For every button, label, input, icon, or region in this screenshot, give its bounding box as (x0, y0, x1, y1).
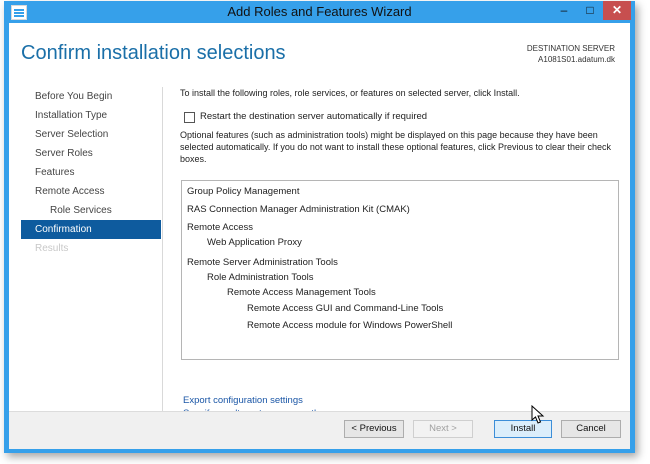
restart-option[interactable]: Restart the destination server automatic… (180, 111, 620, 125)
window-title: Add Roles and Features Wizard (227, 4, 412, 19)
intro-text: To install the following roles, role ser… (180, 88, 520, 98)
nav-divider (162, 87, 163, 417)
title-bar[interactable]: Add Roles and Features Wizard – □ ✕ (4, 1, 635, 23)
maximize-button[interactable]: □ (577, 1, 603, 20)
mouse-pointer-icon (531, 405, 545, 424)
next-button: Next > (413, 420, 473, 438)
list-item: Remote Access Management Tools (227, 287, 376, 298)
wizard-client-area: Confirm installation selections DESTINAT… (9, 23, 630, 449)
optional-features-note: Optional features (such as administratio… (180, 130, 612, 164)
nav-item-features[interactable]: Features (21, 163, 161, 182)
list-item: Web Application Proxy (207, 237, 302, 248)
list-item: Remote Access (187, 222, 253, 233)
list-item: Group Policy Management (187, 186, 300, 197)
nav-item-server-roles[interactable]: Server Roles (21, 144, 161, 163)
list-item: Role Administration Tools (207, 272, 314, 283)
restart-checkbox-label[interactable]: Restart the destination server automatic… (200, 111, 427, 122)
nav-item-confirmation[interactable]: Confirmation (21, 220, 161, 239)
previous-button[interactable]: < Previous (344, 420, 404, 438)
restart-checkbox[interactable] (184, 112, 195, 123)
nav-item-results: Results (35, 243, 69, 254)
destination-server-label: DESTINATION SERVER (526, 44, 615, 53)
nav-item-role-services[interactable]: Role Services (21, 201, 161, 220)
list-item: RAS Connection Manager Administration Ki… (187, 204, 410, 215)
list-item: Remote Server Administration Tools (187, 257, 338, 268)
nav-item-before-you-begin[interactable]: Before You Begin (21, 87, 161, 106)
minimize-button[interactable]: – (551, 1, 577, 20)
close-button[interactable]: ✕ (603, 1, 631, 20)
wizard-window: Add Roles and Features Wizard – □ ✕ Conf… (4, 1, 635, 453)
cancel-button[interactable]: Cancel (561, 420, 621, 438)
export-configuration-link[interactable]: Export configuration settings (183, 394, 319, 407)
page-title: Confirm installation selections (21, 42, 286, 64)
list-item: Remote Access GUI and Command-Line Tools (247, 303, 444, 314)
nav-item-server-selection[interactable]: Server Selection (21, 125, 161, 144)
nav-item-remote-access[interactable]: Remote Access (21, 182, 161, 201)
wizard-nav: Before You Begin Installation Type Serve… (21, 87, 161, 258)
nav-item-installation-type[interactable]: Installation Type (21, 106, 161, 125)
selected-features-list[interactable]: Group Policy Management RAS Connection M… (181, 180, 619, 360)
list-item: Remote Access module for Windows PowerSh… (247, 320, 453, 331)
destination-server-value: A1081S01.adatum.dk (538, 55, 615, 64)
